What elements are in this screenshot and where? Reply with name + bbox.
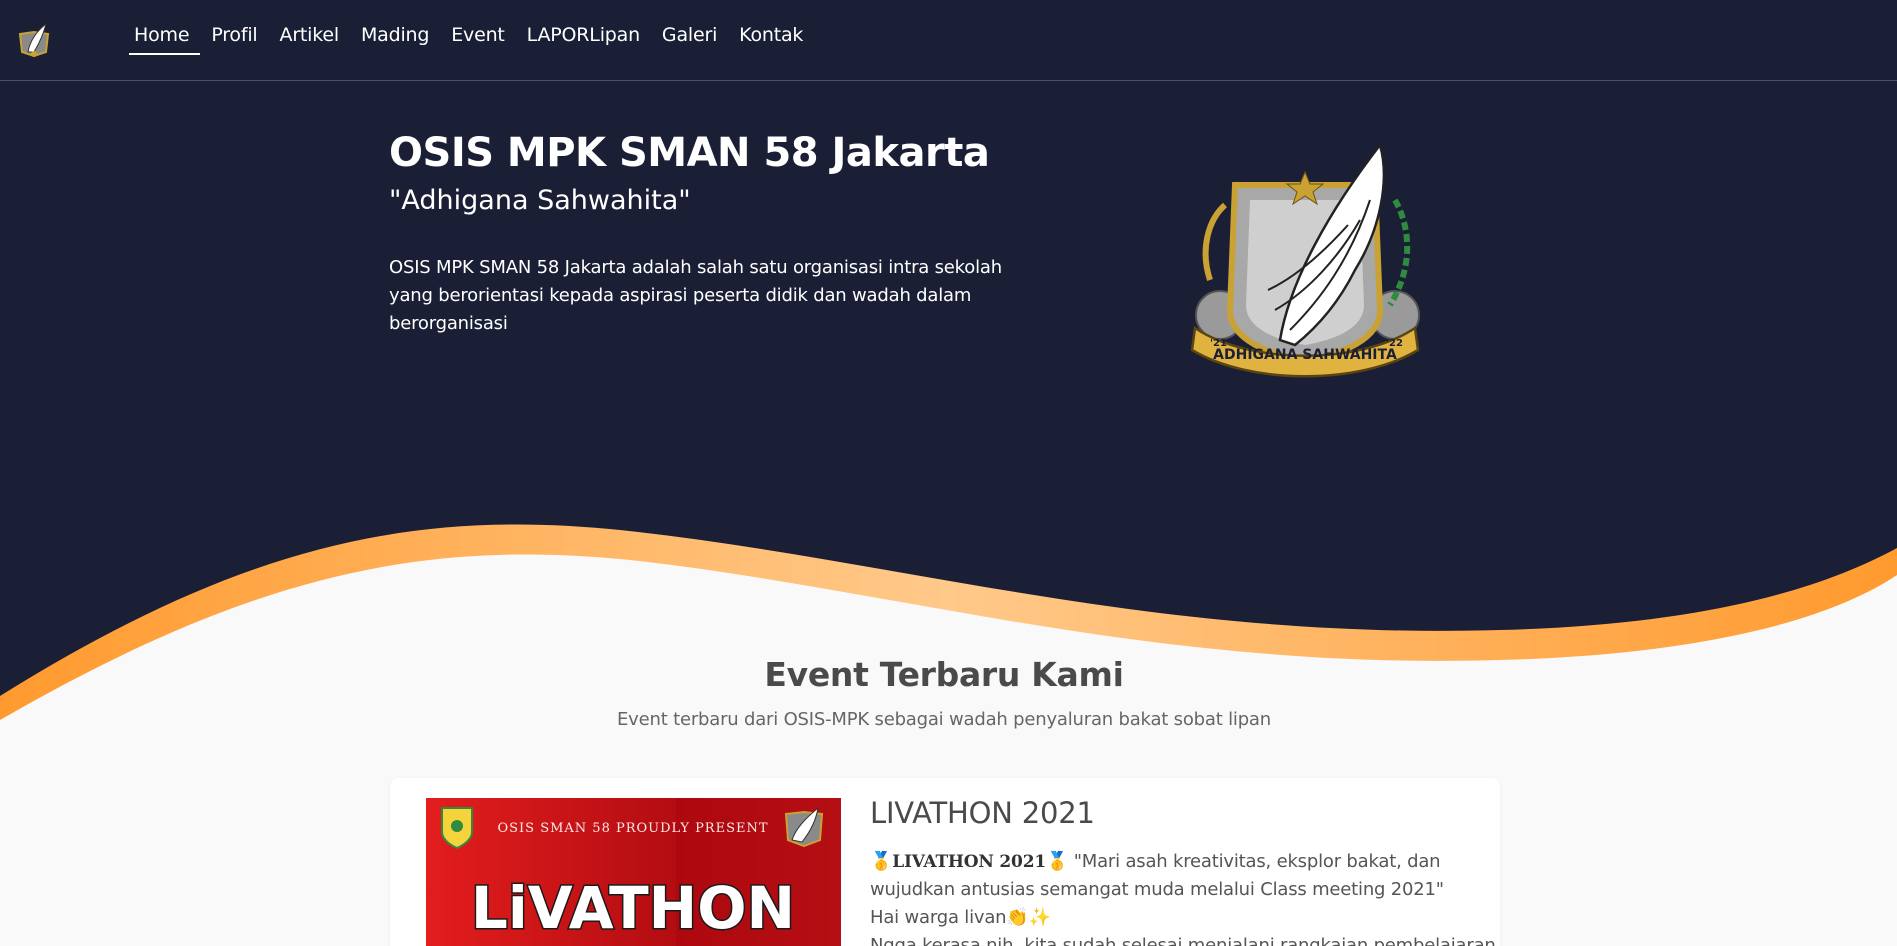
nav-link-artikel[interactable]: Artikel bbox=[275, 24, 350, 55]
event-poster-image[interactable]: OSIS SMAN 58 PROUDLY PRESENT LiVATHON bbox=[426, 798, 841, 946]
nav-links: Home Profil Artikel Mading Event LAPORLi… bbox=[129, 24, 820, 55]
event-card[interactable]: OSIS SMAN 58 PROUDLY PRESENT LiVATHON LI… bbox=[390, 778, 1500, 946]
event-text-line-1: 🥇LIVATHON 2021🥇 "Mari asah kreativitas, … bbox=[870, 848, 1470, 876]
emblem-banner-text: ADHIGANA SAHWAHITA bbox=[1213, 347, 1397, 363]
hero-subtitle: "Adhigana Sahwahita" bbox=[389, 185, 691, 216]
event-lead-bold: LIVATHON 2021 bbox=[892, 852, 1046, 872]
hero-background bbox=[0, 0, 1897, 720]
nav-link-mading[interactable]: Mading bbox=[356, 24, 440, 55]
poster-title-text: LiVATHON bbox=[471, 874, 795, 942]
osis-wing-logo-icon[interactable] bbox=[14, 18, 54, 58]
event-card-text: 🥇LIVATHON 2021🥇 "Mari asah kreativitas, … bbox=[870, 848, 1496, 946]
medal-icon: 🥇 bbox=[1045, 851, 1069, 872]
hero-description: OSIS MPK SMAN 58 Jakarta adalah salah sa… bbox=[389, 257, 1002, 334]
nav-link-event[interactable]: Event bbox=[446, 24, 515, 55]
sparkles-icon: ✨ bbox=[1028, 907, 1051, 928]
event-lead-rest: "Mari asah kreativitas, eksplor bakat, d… bbox=[1068, 851, 1441, 872]
events-section-subtitle: Event terbaru dari OSIS-MPK sebagai wada… bbox=[617, 709, 1271, 730]
event-text-line-4: Ngga kerasa nih, kita sudah selesai menj… bbox=[870, 935, 1496, 946]
poster-header-text: OSIS SMAN 58 PROUDLY PRESENT bbox=[497, 821, 768, 836]
top-navbar: Home Profil Artikel Mading Event LAPORLi… bbox=[0, 0, 1897, 81]
emblem-year-right: '22 bbox=[1386, 338, 1403, 349]
nav-link-profil[interactable]: Profil bbox=[206, 24, 268, 55]
event-text-line-3: Hai warga livan👏✨ bbox=[870, 904, 1470, 932]
events-section-title: Event Terbaru Kami bbox=[764, 655, 1124, 694]
nav-link-galeri[interactable]: Galeri bbox=[657, 24, 728, 55]
hero-title: OSIS MPK SMAN 58 Jakarta bbox=[389, 130, 990, 176]
nav-link-home[interactable]: Home bbox=[129, 24, 201, 55]
event-greeting: Hai warga livan bbox=[870, 907, 1007, 928]
nav-link-kontak[interactable]: Kontak bbox=[734, 24, 814, 55]
clapping-hands-icon: 👏 bbox=[1006, 907, 1029, 928]
emblem-year-left: '21 bbox=[1210, 338, 1227, 349]
event-text-line-2: wujudkan antusias semangat muda melalui … bbox=[870, 879, 1444, 900]
nav-link-laporlipan[interactable]: LAPORLipan bbox=[522, 24, 651, 55]
event-card-title[interactable]: LIVATHON 2021 bbox=[870, 796, 1095, 830]
adhigana-sahwahita-emblem: ADHIGANA SAHWAHITA '21 '22 bbox=[1190, 142, 1420, 378]
medal-icon: 🥇 bbox=[870, 851, 893, 872]
